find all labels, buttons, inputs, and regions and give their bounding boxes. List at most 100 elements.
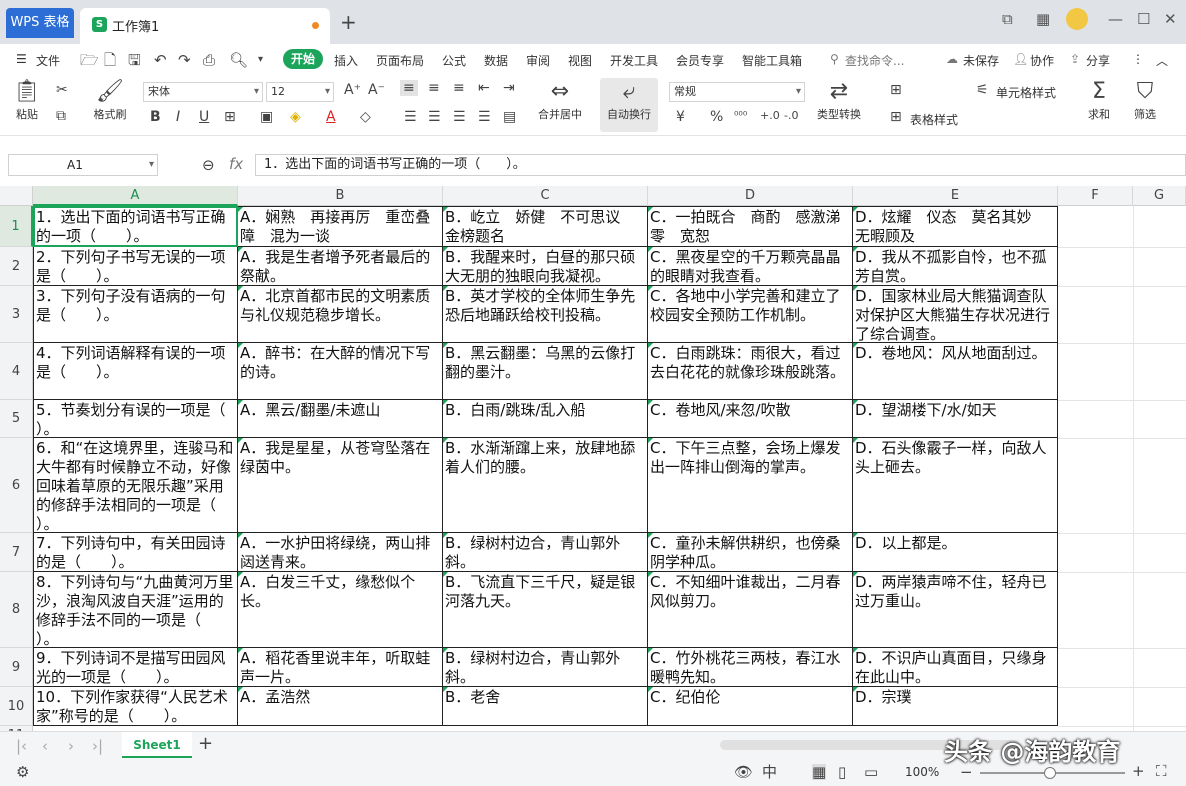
cell-a6[interactable]: 6．和“在这境界里，连骏马和大牛都有时候静立不动，好像回味着草原的无限乐趣”采用… [33,438,238,533]
cell-c6[interactable]: B．水渐渐蹿上来，放肆地舔着人们的腰。 [443,438,648,533]
cell-a8[interactable]: 8．下列诗句与“九曲黄河万里沙，浪淘风波自天涯”运用的修辞手法不同的一项是（ ）… [33,572,238,648]
last-sheet-icon[interactable]: ›| [92,738,103,754]
fill-color-icon[interactable]: ◈ [290,109,301,125]
align-left-icon[interactable]: ☰ [404,109,417,125]
next-sheet-icon[interactable]: › [68,738,74,754]
cell-b6[interactable]: A．我是星星，从苍穹坠落在绿茵中。 [238,438,443,533]
cell-a4[interactable]: 4．下列词语解释有误的一项是（ ）。 [33,343,238,400]
cell-b4[interactable]: A．醉书：在大醉的情况下写的诗。 [238,343,443,400]
row-header[interactable]: 9 [0,648,33,687]
number-format-select[interactable]: 常规 [669,82,805,102]
cell-c7[interactable]: B．绿树村边合，青山郭外斜。 [443,533,648,572]
print-icon[interactable]: ⎙ [203,52,215,68]
normal-view-icon[interactable]: ▦ [812,764,827,780]
new-tab-button[interactable]: + [340,12,357,32]
cell-e2[interactable]: D．我从不孤影自怜，也不孤芳自赏。 [853,247,1058,286]
font-name-select[interactable]: 宋体 [143,82,263,102]
cell-a2[interactable]: 2．下列句子书写无误的一项是（ ）。 [33,247,238,286]
cell-a1[interactable]: 1．选出下面的词语书写正确的一项（ ）。 [33,206,238,247]
cell-e5[interactable]: D．望湖楼下/水/如天 [853,400,1058,438]
cell-b1[interactable]: A．娴熟 再接再厉 重峦叠障 混为一谈 [238,206,443,247]
macro-icon[interactable]: ⚙ [16,764,29,780]
column-header-g[interactable]: G [1133,186,1186,206]
zoom-in-icon[interactable]: + [1132,763,1145,779]
cell-c8[interactable]: B．飞流直下三千尺，疑是银河落九天。 [443,572,648,648]
format-painter-button[interactable]: 🖌︎ 格式刷 [90,78,130,122]
distributed-icon[interactable]: ▤ [503,109,516,125]
row-header[interactable]: 2 [0,247,33,286]
align-top-icon[interactable]: ≡ [400,80,418,96]
row-header[interactable]: 1 [0,206,33,247]
cell-b3[interactable]: A．北京首都市民的文明素质与礼仪规范稳步增长。 [238,286,443,343]
cell-c2[interactable]: B．我醒来时，白昼的那只硕大无朋的独眼向我凝视。 [443,247,648,286]
cell-e3[interactable]: D．国家林业局大熊猫调查队对保护区大熊猫生存状况进行了综合调查。 [853,286,1058,343]
underline-icon[interactable]: U [199,109,209,125]
prev-sheet-icon[interactable]: ‹ [42,738,48,754]
more-icon[interactable]: ⋮ [1132,52,1144,66]
wps-app-tab[interactable]: WPS 表格 [6,8,74,38]
row-header[interactable]: 10 [0,687,33,726]
name-box[interactable]: A1 [8,154,158,176]
cell-d6[interactable]: C．下午三点整，会场上爆发出一阵排山倒海的掌声。 [648,438,853,533]
font-color-icon[interactable]: A [326,109,336,125]
cell-c9[interactable]: B．绿树村边合，青山郭外斜。 [443,648,648,687]
column-header-a[interactable]: A [33,186,238,206]
redo-icon[interactable]: ↷ [178,52,191,68]
cell-d9[interactable]: C．竹外桃花三两枝，春江水暖鸭先知。 [648,648,853,687]
zoom-level[interactable]: 100% [905,765,939,779]
sum-button[interactable]: Σ 求和 [1084,78,1114,122]
fullscreen-icon[interactable]: ⛶ [1156,763,1167,779]
column-header-d[interactable]: D [648,186,853,206]
select-all-corner[interactable] [0,186,33,206]
cell-a10[interactable]: 10．下列作家获得“人民艺术家”称号的是（ ）。 [33,687,238,726]
cell-c3[interactable]: B．英才学校的全体师生争先恐后地踊跃给校刊投稿。 [443,286,648,343]
file-menu[interactable]: 文件 [36,52,60,69]
row-header[interactable]: 8 [0,572,33,648]
cell-a7[interactable]: 7．下列诗句中，有关田园诗的是（ ）。 [33,533,238,572]
italic-icon[interactable]: I [176,109,180,125]
cell-c1[interactable]: B．屹立 娇健 不可思议 金榜题名 [443,206,648,247]
tab-home[interactable]: 开始 [283,49,323,69]
cell-a5[interactable]: 5．节奏划分有误的一项是（ ）。 [33,400,238,438]
row-header[interactable]: 6 [0,438,33,533]
indent-increase-icon[interactable]: ⇥ [503,80,515,96]
increase-decimal-icon[interactable]: +.0 [760,109,780,122]
first-sheet-icon[interactable]: |‹ [16,738,27,754]
cell-e10[interactable]: D．宗璞 [853,687,1058,726]
column-header-e[interactable]: E [853,186,1058,206]
align-middle-icon[interactable]: ≡ [428,80,440,96]
bold-icon[interactable]: B [150,109,161,125]
type-convert-button[interactable]: ⇄ 类型转换 [808,78,870,122]
align-center-icon[interactable]: ☰ [428,109,441,125]
tab-member[interactable]: 会员专享 [676,52,724,69]
cell-c4[interactable]: B．黑云翻墨：乌黑的云像打翻的墨汁。 [443,343,648,400]
print-preview-icon[interactable]: 🔍︎ [229,52,248,68]
window-layout-icon[interactable]: ⧉ [1002,10,1013,28]
apps-grid-icon[interactable]: ▦ [1036,10,1050,28]
cut-icon[interactable]: ✂ [56,82,68,98]
minimize-icon[interactable]: — [1108,10,1123,28]
row-header[interactable]: 7 [0,533,33,572]
hamburger-icon[interactable]: ☰ [16,52,27,66]
decrease-decimal-icon[interactable]: -.0 [784,109,798,122]
shrink-font-icon[interactable]: A⁻ [368,82,385,98]
quick-access-more-icon[interactable]: ▾ [258,52,263,68]
filter-button[interactable]: ⛉ 筛选 [1128,78,1162,122]
row-header[interactable]: 5 [0,400,33,438]
close-icon[interactable]: ✕ [1164,10,1177,28]
cell-d5[interactable]: C．卷地风/来忽/吹散 [648,400,853,438]
maximize-icon[interactable]: ☐ [1137,10,1150,28]
cell-e4[interactable]: D．卷地风：风从地面刮过。 [853,343,1058,400]
spreadsheet-grid[interactable]: A B C D E F G 1 1．选出下面的词语书写正确的一项（ ）。 A．娴熟 再接再厉 重峦… [0,186,1186,731]
add-sheet-button[interactable]: + [198,735,213,753]
cell-a9[interactable]: 9．下列诗词不是描写田园风光的一项是（ ）。 [33,648,238,687]
tab-view[interactable]: 视图 [568,52,592,69]
open-icon[interactable]: 🗁 [80,52,99,68]
row-header[interactable]: 4 [0,343,33,400]
currency-icon[interactable]: ¥ [676,109,685,125]
zoom-slider-thumb[interactable] [1044,767,1056,779]
merge-center-button[interactable]: ⇔ 合并居中 [532,78,588,122]
cell-e6[interactable]: D．石头像霰子一样，向敌人头上砸去。 [853,438,1058,533]
cell-b8[interactable]: A．白发三千丈，缘愁似个长。 [238,572,443,648]
tab-formulas[interactable]: 公式 [442,52,466,69]
